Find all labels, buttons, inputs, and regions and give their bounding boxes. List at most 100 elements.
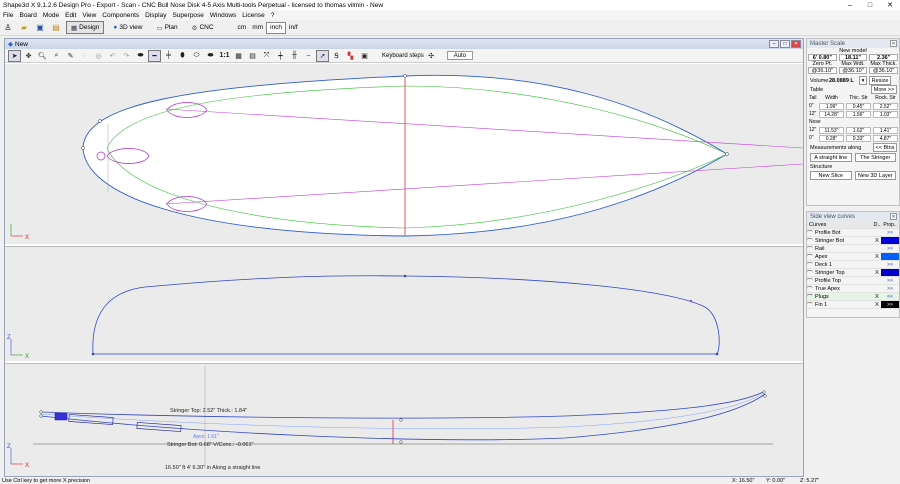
new-slice-button[interactable]: New Slice xyxy=(810,171,852,180)
fin-icon[interactable]: ⬬ xyxy=(204,50,217,62)
curve-display-toggle[interactable]: X xyxy=(873,270,881,276)
doc-minimize-button[interactable]: – xyxy=(769,40,779,48)
list-item[interactable]: ⌒ Apex X xyxy=(807,253,899,261)
minimize-button[interactable]: – xyxy=(840,0,860,10)
export-icon[interactable]: ▤ xyxy=(50,22,62,34)
straight-line-button[interactable]: A straight line xyxy=(810,153,852,162)
palette-icon[interactable]: ▚ xyxy=(344,50,357,62)
curve-prop-button[interactable] xyxy=(881,237,899,244)
menu-superpose[interactable]: Superpose xyxy=(169,12,206,19)
zoom-icon[interactable]: 🔍︎ xyxy=(36,50,49,62)
menu-file[interactable]: File xyxy=(0,12,16,19)
max-thick-position[interactable]: @36.10" xyxy=(869,67,899,74)
list-item[interactable]: ⌒ Profile Top >> xyxy=(807,277,899,285)
tail-rock-cell[interactable]: 2.52" xyxy=(873,102,898,110)
list-item[interactable]: ⌒ Deck 1 >> xyxy=(807,261,899,269)
tail-width-cell[interactable]: 1.99" xyxy=(819,102,844,110)
the-stringer-button[interactable]: The Stringer xyxy=(854,153,896,162)
list-item[interactable]: ⌒ Fin 1 X >> xyxy=(807,301,899,309)
unit-mm[interactable]: mm xyxy=(249,22,266,34)
list-item[interactable]: ⌒ Rail >> xyxy=(807,245,899,253)
table-icon[interactable]: ▤ xyxy=(246,50,259,62)
menu-view[interactable]: View xyxy=(79,12,99,19)
list-item[interactable]: ⌒ Profile Bot >> xyxy=(807,229,899,237)
new-3d-layer-button[interactable]: New 3D Layer xyxy=(854,171,896,180)
zoom-fit-icon[interactable]: ⌕ xyxy=(50,50,63,62)
mode-plan-button[interactable]: ▭ Plan xyxy=(151,21,182,34)
redo-icon[interactable]: ↷ xyxy=(120,50,133,62)
curve-prop-button[interactable] xyxy=(881,269,899,276)
doc-close-button[interactable]: ✕ xyxy=(791,40,801,48)
volume-dropdown-icon[interactable]: ▾ xyxy=(859,76,867,85)
mode-design-button[interactable]: ▦ Design xyxy=(66,21,105,34)
master-scale-close-icon[interactable]: ✕ xyxy=(890,40,897,47)
zero-point-position[interactable]: @36.10" xyxy=(808,67,837,74)
curve-display-toggle[interactable]: X xyxy=(873,302,881,308)
rocker-view[interactable]: Stringer Top: 2.52" Thick.: 1.84" Apex: … xyxy=(5,363,803,476)
zero-point-value[interactable]: 6' 0.80" xyxy=(808,54,837,61)
person-icon[interactable]: ♙ xyxy=(2,22,14,34)
unit-cm[interactable]: cm xyxy=(235,22,250,34)
panel-icon[interactable]: ▣ xyxy=(358,50,371,62)
save-icon[interactable]: ▣ xyxy=(34,22,46,34)
mode-3d-view-button[interactable]: ● 3D view xyxy=(108,21,147,34)
doc-restore-button[interactable]: □ xyxy=(780,40,790,48)
vertical-ruler-icon[interactable]: ╫ xyxy=(288,50,301,62)
curve-prop-button[interactable]: >> xyxy=(881,301,899,308)
auto-button[interactable]: Auto xyxy=(446,51,474,60)
undo-icon[interactable]: ↶ xyxy=(106,50,119,62)
nose-width-cell[interactable]: 11.53" xyxy=(819,126,844,134)
pointer-icon[interactable]: ➤ xyxy=(8,49,21,62)
grid-icon[interactable]: ▦ xyxy=(232,50,245,62)
curve-display-toggle[interactable]: X xyxy=(873,254,881,260)
select-arrow-icon[interactable]: ➚ xyxy=(316,49,329,62)
close-button[interactable]: ✕ xyxy=(880,0,900,10)
tail-thick-cell[interactable]: 1.56" xyxy=(846,110,871,118)
max-width-position[interactable]: @36.10" xyxy=(838,67,868,74)
max-thick-value[interactable]: 2.36" xyxy=(869,54,899,61)
slice-icon[interactable]: ╪ xyxy=(162,50,175,62)
nose-rock-cell[interactable]: 1.41" xyxy=(873,126,898,134)
tail-rock-cell[interactable]: 1.03" xyxy=(873,110,898,118)
menu-windows[interactable]: Windows xyxy=(207,12,239,19)
pen-icon[interactable]: ✎ xyxy=(64,50,77,62)
less-buttons-button[interactable]: << Btns xyxy=(873,143,897,152)
list-item[interactable]: ⌒ Stringer Bot X xyxy=(807,237,899,245)
curve-prop-button[interactable]: >> xyxy=(881,229,899,236)
tail-width-cell[interactable]: 14.28" xyxy=(819,110,844,118)
curve-prop-button[interactable]: >> xyxy=(881,245,899,252)
more-button[interactable]: More >> xyxy=(871,85,897,94)
ruler-icon[interactable]: ┿ xyxy=(274,50,287,62)
curve-display-toggle[interactable]: X xyxy=(873,294,881,300)
move-icon[interactable]: ✥ xyxy=(22,50,35,62)
menu-display[interactable]: Display xyxy=(142,12,169,19)
curve-prop-button[interactable]: >> xyxy=(881,277,899,284)
curve-prop-button[interactable]: >> xyxy=(881,261,899,268)
nose-thick-cell[interactable]: 0.33" xyxy=(846,134,871,142)
menu-help[interactable]: ? xyxy=(268,12,278,19)
steps-icon[interactable]: ✣ xyxy=(425,50,438,62)
mode-cnc-button[interactable]: ⚙ CNC xyxy=(187,21,219,34)
nose-rock-cell[interactable]: 4.87" xyxy=(873,134,898,142)
menu-board[interactable]: Board xyxy=(16,12,39,19)
curve-s-icon[interactable]: Ꞩ xyxy=(330,50,343,62)
deck-icon[interactable]: ⬭ xyxy=(190,50,203,62)
board-section-icon[interactable]: ⬮ xyxy=(176,50,189,62)
curve-prop-button[interactable] xyxy=(881,253,899,260)
nose-thick-cell[interactable]: 1.62" xyxy=(846,126,871,134)
board-outline-icon[interactable]: ⬬ xyxy=(134,50,147,62)
stringer-icon[interactable]: ⎯ xyxy=(302,50,315,62)
lasso-icon[interactable]: ◌ xyxy=(78,50,91,62)
max-width-value[interactable]: 18.11" xyxy=(838,54,868,61)
resize-button[interactable]: Resize xyxy=(869,76,891,85)
scale-label[interactable]: 1:1 xyxy=(218,50,231,62)
menu-components[interactable]: Components xyxy=(99,12,142,19)
curve-prop-button[interactable]: << xyxy=(881,293,899,300)
menu-license[interactable]: License xyxy=(239,12,267,19)
maximize-button[interactable]: □ xyxy=(860,0,880,10)
list-item[interactable]: ⌒ Stringer Top X xyxy=(807,269,899,277)
menu-mode[interactable]: Mode xyxy=(40,12,62,19)
open-folder-icon[interactable]: ▰ xyxy=(18,22,30,34)
circle-tool-icon[interactable]: ◎ xyxy=(92,50,105,62)
board-profile-icon[interactable]: ━ xyxy=(148,49,161,62)
